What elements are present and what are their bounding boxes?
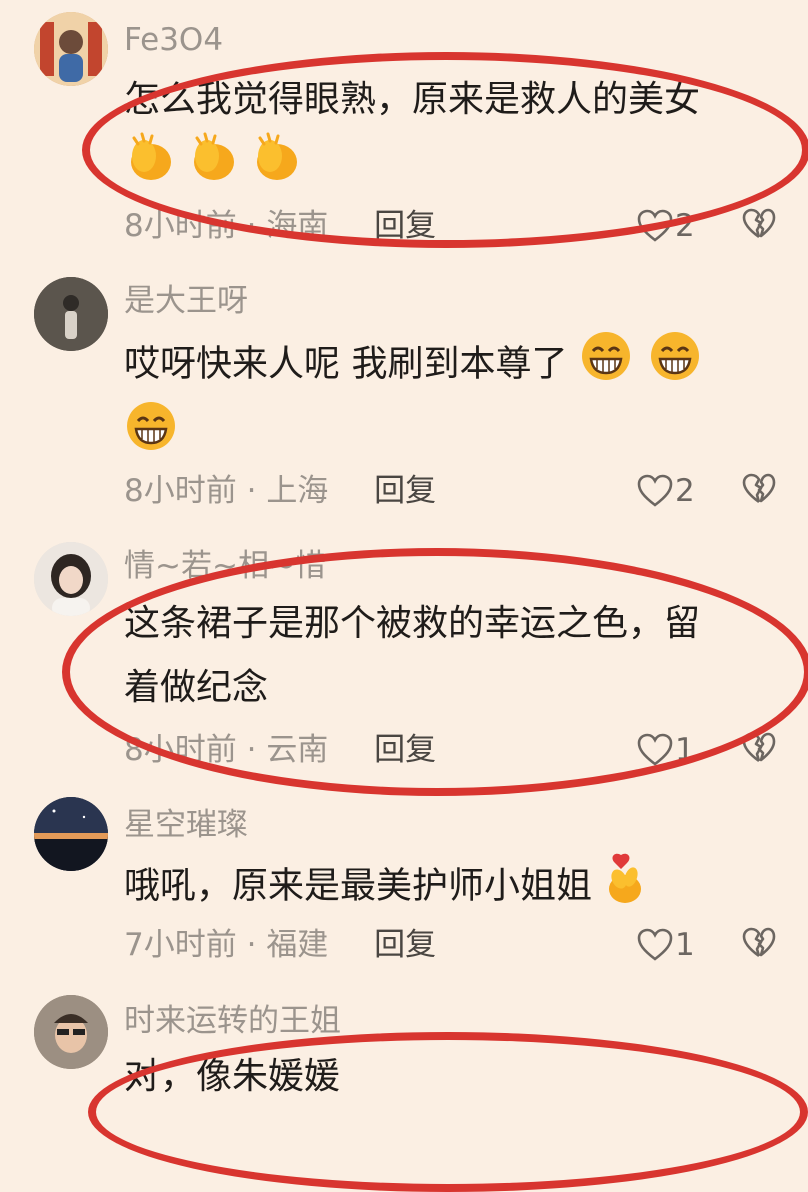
username[interactable]: 时来运转的王姐 xyxy=(124,1001,341,1041)
comment-text: 对，像朱媛媛 xyxy=(124,1056,341,1097)
reply-button[interactable]: 回复 xyxy=(374,473,436,509)
reply-button[interactable]: 回复 xyxy=(374,208,436,244)
clapping-hands-icon xyxy=(124,130,178,188)
broken-heart-icon xyxy=(742,208,776,239)
location: 云南 xyxy=(266,732,329,768)
comment-text: 怎么我觉得眼熟，原来是救人的美女 xyxy=(124,79,701,120)
like-count: 2 xyxy=(675,473,695,509)
separator: · xyxy=(246,208,267,244)
comment-meta: 8小时前 · 海南 回复 xyxy=(124,206,436,246)
timestamp: 7小时前 xyxy=(124,927,237,963)
like-count: 1 xyxy=(675,927,695,963)
dislike-button[interactable] xyxy=(742,732,776,768)
comment-item: 时来运转的王姐 对，像朱媛媛 xyxy=(0,995,808,1097)
clapping-hands-icon xyxy=(250,130,304,188)
reply-button[interactable]: 回复 xyxy=(374,927,436,963)
location: 海南 xyxy=(266,208,329,244)
dislike-button[interactable] xyxy=(742,473,776,509)
like-count: 1 xyxy=(675,732,695,768)
avatar[interactable] xyxy=(34,12,108,86)
like-button[interactable]: 2 xyxy=(637,206,695,246)
comment-item: 星空璀璨 哦吼，原来是最美护师小姐姐 7小时前 · 福建 回复 1 xyxy=(0,795,808,995)
broken-heart-icon xyxy=(742,927,776,958)
avatar[interactable] xyxy=(34,277,108,351)
location: 福建 xyxy=(266,927,329,963)
like-count: 2 xyxy=(675,208,695,244)
emoji-row xyxy=(124,130,308,186)
grinning-face-icon xyxy=(579,329,633,402)
separator: · xyxy=(246,927,267,963)
heart-icon xyxy=(637,733,673,766)
username[interactable]: Fe3O4 xyxy=(124,20,223,60)
finger-heart-icon xyxy=(603,851,647,924)
comment-item: Fe3O4 怎么我觉得眼熟，原来是救人的美女 8小时前 · 海南 回复 2 xyxy=(0,0,808,260)
emoji-row xyxy=(124,399,182,455)
avatar[interactable] xyxy=(34,797,108,871)
heart-icon xyxy=(637,474,673,507)
like-button[interactable]: 1 xyxy=(637,925,695,965)
reply-button[interactable]: 回复 xyxy=(374,732,436,768)
comment-meta: 7小时前 · 福建 回复 xyxy=(124,925,436,965)
avatar[interactable] xyxy=(34,995,108,1069)
comment-text-content: 哎呀快来人呢 我刷到本尊了 xyxy=(124,343,568,385)
like-button[interactable]: 2 xyxy=(637,471,695,511)
clapping-hands-icon xyxy=(187,130,241,188)
username[interactable]: 情~若~相~惜 xyxy=(124,546,326,586)
comment-text: 哦吼，原来是最美护师小姐姐 xyxy=(124,851,774,924)
dislike-button[interactable] xyxy=(742,208,776,244)
broken-heart-icon xyxy=(742,732,776,763)
timestamp: 8小时前 xyxy=(124,473,237,509)
comment-text: 哎呀快来人呢 我刷到本尊了 xyxy=(124,329,774,402)
broken-heart-icon xyxy=(742,473,776,504)
location: 上海 xyxy=(266,473,329,509)
username[interactable]: 星空璀璨 xyxy=(124,805,248,845)
grinning-face-icon xyxy=(124,399,178,457)
comment-text-continued: 着做纪念 xyxy=(124,667,269,708)
comment-item: 是大王呀 哎呀快来人呢 我刷到本尊了 8小时前 · 上海 回复 2 xyxy=(0,265,808,525)
separator: · xyxy=(246,732,267,768)
separator: · xyxy=(246,473,267,509)
timestamp: 8小时前 xyxy=(124,732,237,768)
comment-meta: 8小时前 · 云南 回复 xyxy=(124,730,436,770)
heart-icon xyxy=(637,928,673,961)
username[interactable]: 是大王呀 xyxy=(124,281,248,321)
comment-meta: 8小时前 · 上海 回复 xyxy=(124,471,436,511)
dislike-button[interactable] xyxy=(742,927,776,963)
grinning-face-icon xyxy=(648,329,702,402)
avatar[interactable] xyxy=(34,542,108,616)
timestamp: 8小时前 xyxy=(124,208,237,244)
like-button[interactable]: 1 xyxy=(637,730,695,770)
heart-icon xyxy=(637,209,673,242)
comment-item: 情~若~相~惜 这条裙子是那个被救的幸运之色，留 着做纪念 8小时前 · 云南 … xyxy=(0,530,808,790)
comment-text: 这条裙子是那个被救的幸运之色，留 xyxy=(124,603,701,644)
comment-text-content: 哦吼，原来是最美护师小姐姐 xyxy=(124,865,593,907)
